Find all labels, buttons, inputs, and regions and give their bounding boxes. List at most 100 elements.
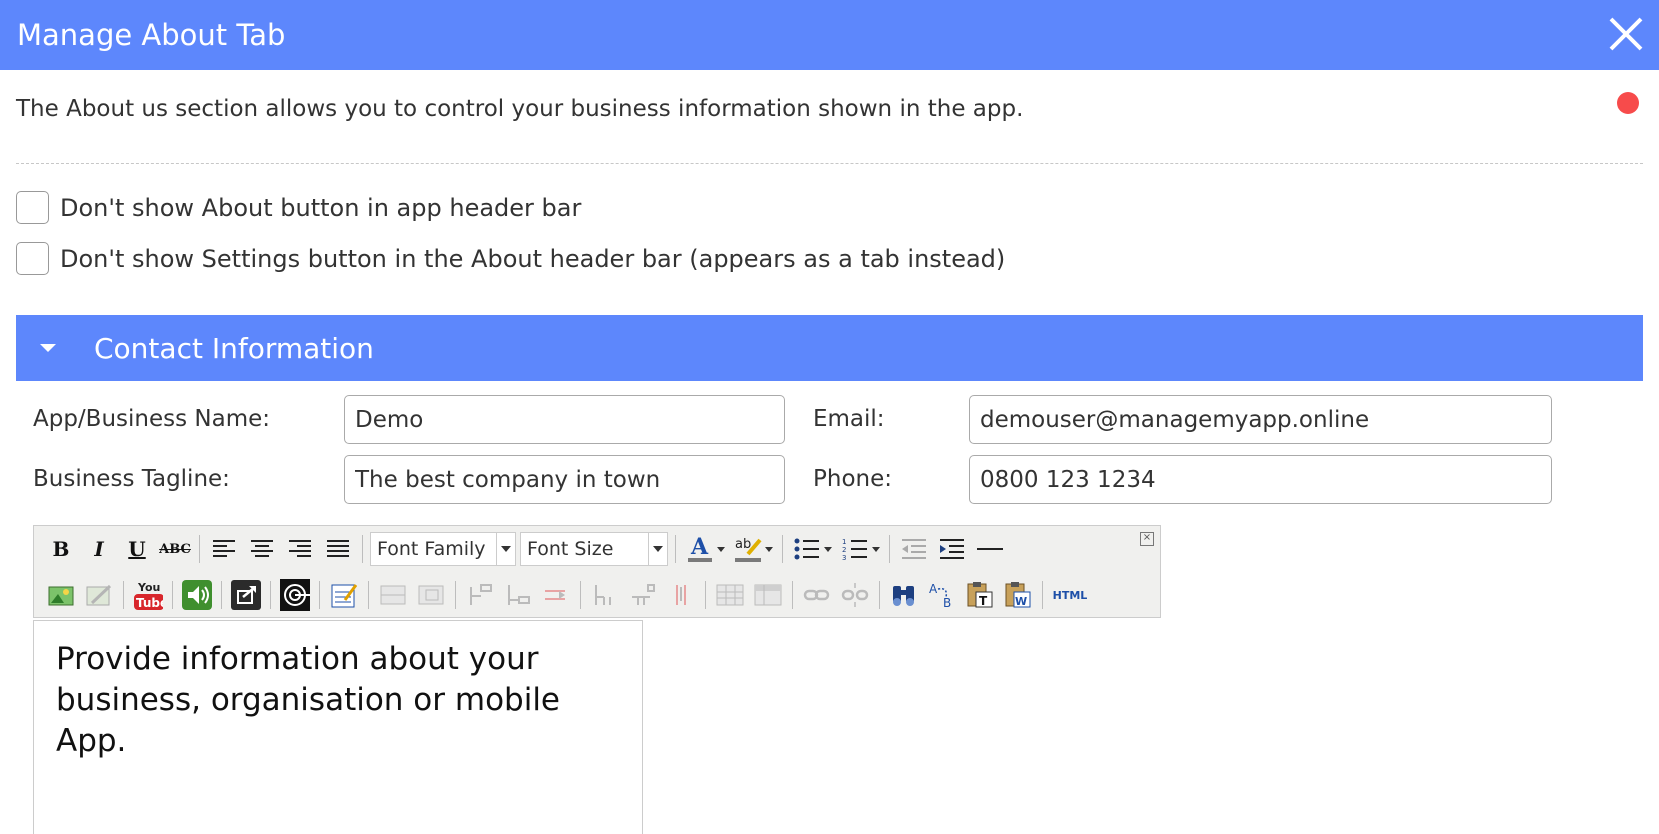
youtube-icon[interactable]: You Tube: [133, 580, 163, 610]
align-left-icon[interactable]: [209, 534, 239, 564]
toolbar-separator: [123, 581, 124, 609]
table-column-icon[interactable]: [416, 580, 446, 610]
svg-text:Tube: Tube: [136, 596, 163, 610]
toolbar-separator: [362, 535, 363, 563]
insert-image-icon[interactable]: [46, 580, 76, 610]
paste-word-icon[interactable]: W: [1003, 580, 1033, 610]
section-title: Contact Information: [94, 331, 374, 365]
html-source-icon[interactable]: HTML: [1052, 580, 1088, 610]
dialog-title-bar: Manage About Tab: [0, 0, 1659, 70]
svg-text:W: W: [1015, 595, 1027, 608]
toolbar-separator: [270, 581, 271, 609]
delete-column-icon[interactable]: [666, 580, 696, 610]
toolbar-separator: [792, 581, 793, 609]
table-row-icon[interactable]: [378, 580, 408, 610]
paste-text-icon[interactable]: T: [965, 580, 995, 610]
option-hide-about-button: Don't show About button in app header ba…: [16, 191, 581, 224]
strikethrough-icon[interactable]: ABC: [159, 534, 191, 564]
chevron-down-icon: [648, 533, 667, 565]
svg-text:You: You: [137, 581, 160, 594]
toolbar-separator: [675, 535, 676, 563]
divider: [16, 163, 1643, 164]
email-input[interactable]: [969, 395, 1552, 444]
svg-text:2: 2: [842, 546, 846, 554]
hide-settings-checkbox[interactable]: [16, 242, 49, 275]
align-justify-icon[interactable]: [323, 534, 353, 564]
remove-link-icon[interactable]: [840, 580, 870, 610]
font-family-label: Font Family: [377, 538, 486, 560]
numbered-list-dropdown-icon[interactable]: [872, 546, 880, 552]
tagline-input[interactable]: [344, 455, 785, 504]
find-icon[interactable]: [889, 580, 919, 610]
svg-text:B: B: [943, 596, 951, 609]
business-name-label: App/Business Name:: [33, 406, 271, 432]
svg-text:A: A: [690, 534, 709, 560]
toolbar-separator: [172, 581, 173, 609]
insert-form-icon[interactable]: [329, 580, 359, 610]
merge-cell-icon[interactable]: [628, 580, 658, 610]
toolbar-separator: [782, 535, 783, 563]
toolbar-separator: [368, 581, 369, 609]
bulleted-list-icon[interactable]: [792, 534, 822, 564]
table-properties-icon[interactable]: [753, 580, 783, 610]
insert-link-icon[interactable]: [802, 580, 832, 610]
underline-icon[interactable]: U: [122, 534, 152, 564]
align-center-icon[interactable]: [247, 534, 277, 564]
share-icon[interactable]: [231, 580, 261, 610]
highlight-color-dropdown-icon[interactable]: [765, 546, 773, 552]
intro-text: The About us section allows you to contr…: [16, 96, 1024, 122]
numbered-list-icon[interactable]: 123: [840, 534, 870, 564]
toolbar-separator: [889, 535, 890, 563]
toolbar-separator: [455, 581, 456, 609]
text-color-icon[interactable]: A: [685, 534, 715, 564]
rich-text-editor[interactable]: Provide information about your business,…: [33, 620, 643, 834]
editor-content: Provide information about your business,…: [56, 641, 561, 759]
svg-text:T: T: [979, 594, 988, 608]
target-link-icon[interactable]: [280, 579, 310, 611]
toolbar-separator: [879, 581, 880, 609]
indent-icon[interactable]: [937, 534, 967, 564]
phone-label: Phone:: [813, 466, 892, 492]
bulleted-list-dropdown-icon[interactable]: [824, 546, 832, 552]
toolbar-separator: [1042, 581, 1043, 609]
horizontal-rule-icon[interactable]: [975, 534, 1005, 564]
toolbar-separator: [319, 581, 320, 609]
text-color-dropdown-icon[interactable]: [717, 546, 725, 552]
insert-row-icon[interactable]: [465, 580, 495, 610]
editor-toolbar: × B I U ABC Font Family Font Size A ab 1…: [33, 525, 1161, 618]
toolbar-row-1: B I U ABC Font Family Font Size A ab 123: [42, 531, 1009, 567]
email-label: Email:: [813, 406, 885, 432]
align-right-icon[interactable]: [285, 534, 315, 564]
toolbar-close-icon[interactable]: ×: [1140, 532, 1154, 546]
font-size-select[interactable]: Font Size: [520, 532, 668, 566]
close-icon[interactable]: [1605, 13, 1647, 55]
toolbar-separator: [221, 581, 222, 609]
hide-about-label: Don't show About button in app header ba…: [60, 193, 582, 222]
outdent-icon[interactable]: [899, 534, 929, 564]
contact-information-header[interactable]: Contact Information: [16, 315, 1643, 381]
hide-about-checkbox[interactable]: [16, 191, 49, 224]
edit-image-icon[interactable]: [84, 580, 114, 610]
dialog-title: Manage About Tab: [17, 18, 286, 52]
hide-settings-label: Don't show Settings button in the About …: [60, 244, 1006, 273]
italic-icon[interactable]: I: [84, 534, 114, 564]
chevron-down-icon: [496, 533, 515, 565]
svg-text:A: A: [929, 582, 938, 596]
business-name-input[interactable]: [344, 395, 785, 444]
replace-icon[interactable]: AB: [927, 580, 957, 610]
font-size-label: Font Size: [527, 538, 614, 560]
svg-text:1: 1: [842, 538, 846, 546]
phone-input[interactable]: [969, 455, 1552, 504]
split-cell-icon[interactable]: [590, 580, 620, 610]
audio-icon[interactable]: [182, 580, 212, 610]
highlight-color-icon[interactable]: ab: [733, 534, 763, 564]
toolbar-separator: [199, 535, 200, 563]
insert-column-icon[interactable]: [503, 580, 533, 610]
delete-row-icon[interactable]: [541, 580, 571, 610]
status-dot-icon: [1617, 92, 1639, 114]
option-hide-settings-button: Don't show Settings button in the About …: [16, 242, 1005, 275]
insert-table-icon[interactable]: [715, 580, 745, 610]
font-family-select[interactable]: Font Family: [370, 532, 516, 566]
bold-icon[interactable]: B: [46, 534, 76, 564]
toolbar-row-2: You Tube AB T W HTML: [42, 577, 1092, 613]
